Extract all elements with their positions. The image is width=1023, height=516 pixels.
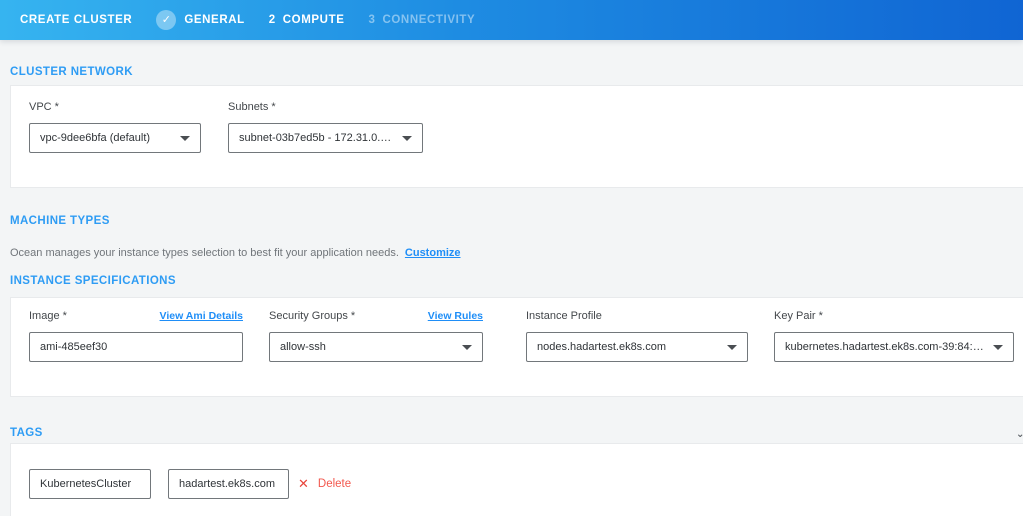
machine-types-heading: MACHINE TYPES (10, 215, 110, 227)
vpc-field: VPC * vpc-9dee6bfa (default) (29, 101, 201, 153)
delete-x-icon: ✕ (298, 477, 309, 490)
collapse-chevron-icon[interactable]: ⌄ (1016, 430, 1023, 440)
caret-down-icon (993, 345, 1003, 350)
security-groups-select[interactable]: allow-ssh (269, 332, 483, 362)
tag-key-input[interactable] (29, 469, 151, 499)
step-general-label: GENERAL (184, 14, 244, 26)
delete-tag-button[interactable]: ✕ Delete (298, 477, 351, 490)
delete-tag-label: Delete (318, 478, 351, 490)
wizard-topbar: CREATE CLUSTER ✓ GENERAL 2 COMPUTE 3 CON… (0, 0, 1023, 40)
key-pair-select[interactable]: kubernetes.hadartest.ek8s.com-39:84:a5:9… (774, 332, 1014, 362)
vpc-select[interactable]: vpc-9dee6bfa (default) (29, 123, 201, 153)
wizard-steps: ✓ GENERAL 2 COMPUTE 3 CONNECTIVITY (156, 10, 499, 30)
cluster-network-heading: CLUSTER NETWORK (10, 66, 133, 78)
subnets-field: Subnets * subnet-03b7ed5b - 172.31.0.0/2… (228, 101, 423, 153)
wizard-title: CREATE CLUSTER (20, 14, 132, 26)
view-rules-link[interactable]: View Rules (428, 310, 483, 322)
instance-profile-select[interactable]: nodes.hadartest.ek8s.com (526, 332, 748, 362)
tag-value-field (168, 469, 289, 499)
step-compute-label: COMPUTE (283, 14, 345, 26)
cluster-network-card: VPC * vpc-9dee6bfa (default) Subnets * s… (10, 85, 1023, 188)
security-groups-field: Security Groups * View Rules allow-ssh (269, 310, 483, 362)
image-label: Image * (29, 310, 67, 322)
subnets-label: Subnets * (228, 101, 276, 113)
tag-key-field (29, 469, 151, 499)
subnets-select[interactable]: subnet-03b7ed5b - 172.31.0.0/20 ... (228, 123, 423, 153)
image-input[interactable] (29, 332, 243, 362)
tags-heading: TAGS (10, 427, 43, 439)
key-pair-label: Key Pair * (774, 310, 823, 322)
instance-specifications-heading: INSTANCE SPECIFICATIONS (10, 275, 176, 287)
caret-down-icon (462, 345, 472, 350)
instance-specifications-card: Image * View Ami Details Security Groups… (10, 297, 1023, 397)
key-pair-field: Key Pair * kubernetes.hadartest.ek8s.com… (774, 310, 1014, 362)
instance-profile-label: Instance Profile (526, 310, 602, 322)
tag-value-input[interactable] (168, 469, 289, 499)
security-groups-label: Security Groups * (269, 310, 355, 322)
customize-link[interactable]: Customize (405, 247, 461, 259)
caret-down-icon (180, 136, 190, 141)
caret-down-icon (402, 136, 412, 141)
step-connectivity[interactable]: 3 CONNECTIVITY (368, 14, 475, 26)
check-icon: ✓ (156, 10, 176, 30)
step-compute-number: 2 (269, 14, 276, 26)
step-general[interactable]: ✓ GENERAL (156, 10, 244, 30)
view-ami-details-link[interactable]: View Ami Details (160, 310, 243, 322)
caret-down-icon (727, 345, 737, 350)
image-field: Image * View Ami Details (29, 310, 243, 362)
instance-profile-field: Instance Profile nodes.hadartest.ek8s.co… (526, 310, 748, 362)
machine-types-description: Ocean manages your instance types select… (10, 247, 461, 259)
step-compute[interactable]: 2 COMPUTE (269, 14, 345, 26)
tags-card: ✕ Delete (10, 443, 1023, 516)
step-connectivity-number: 3 (368, 14, 375, 26)
vpc-label: VPC * (29, 101, 59, 113)
create-cluster-wizard: CREATE CLUSTER ✓ GENERAL 2 COMPUTE 3 CON… (0, 0, 1023, 516)
step-connectivity-label: CONNECTIVITY (382, 14, 475, 26)
